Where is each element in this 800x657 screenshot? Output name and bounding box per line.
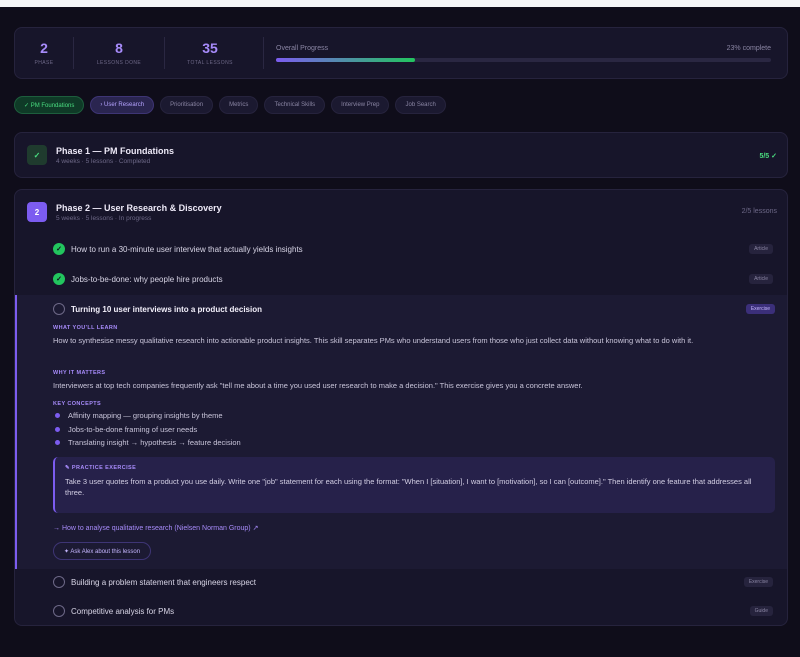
phase-title: Phase 1 — PM Foundations — [56, 145, 175, 156]
phase-status: 5/5 ✓ — [759, 153, 777, 160]
stat-value: 2 — [40, 40, 48, 56]
section-label: WHY IT MATTERS — [53, 370, 106, 376]
tab-pm-foundations[interactable]: ✓ PM Foundations — [14, 96, 85, 114]
expanded-lesson-panel: Turning 10 user interviews into a produc… — [15, 295, 787, 569]
lesson-title: Building a problem statement that engine… — [71, 577, 256, 587]
overall-progress: Overall Progress 23% complete — [276, 45, 787, 62]
progress-label: Overall Progress — [276, 44, 329, 52]
stat-label: TOTAL LESSONS — [187, 60, 233, 66]
lesson-item[interactable]: Building a problem statement that engine… — [15, 568, 787, 596]
concept-text: Jobs-to-be-done framing of user needs — [68, 425, 198, 434]
stat-lessons-done: 8 LESSONS DONE — [74, 40, 164, 66]
concept-item: Affinity mapping — grouping insights by … — [55, 411, 223, 420]
lesson-type-badge: Article — [749, 244, 773, 254]
browser-top-strip — [0, 0, 800, 7]
exercise-text: Take 3 user quotes from a product you us… — [65, 477, 752, 497]
empty-circle-icon[interactable] — [53, 303, 65, 315]
bullet-icon — [55, 440, 60, 445]
empty-circle-icon[interactable] — [53, 576, 65, 588]
phase-subtitle: 4 weeks · 5 lessons · Completed — [56, 157, 151, 165]
concept-text: Affinity mapping — grouping insights by … — [68, 411, 223, 420]
stat-label: PHASE — [34, 60, 54, 66]
tab-technical-skills[interactable]: Technical Skills — [264, 96, 326, 114]
check-circle-icon[interactable]: ✓ — [53, 243, 65, 255]
tab-job-search[interactable]: Job Search — [395, 96, 446, 114]
lesson-type-badge: Guide — [749, 606, 773, 616]
lesson-title: Jobs-to-be-done: why people hire product… — [71, 274, 223, 284]
stat-phase: 2 PHASE — [15, 40, 73, 66]
phase-1-card[interactable]: ✓ Phase 1 — PM Foundations 4 weeks · 5 l… — [14, 132, 788, 178]
lesson-title: Competitive analysis for PMs — [71, 606, 175, 616]
stat-total-lessons: 35 TOTAL LESSONS — [165, 40, 255, 66]
progress-percent: 23% complete — [726, 44, 771, 52]
lesson-item[interactable]: Competitive analysis for PMs Guide — [15, 597, 787, 625]
exercise-label: ✎ PRACTICE EXERCISE — [65, 465, 137, 471]
progress-fill — [276, 57, 415, 62]
phase-number-badge: 2 — [27, 202, 47, 222]
stat-value: 35 — [202, 40, 218, 56]
concept-item: Translating insight → hypothesis → featu… — [55, 438, 241, 447]
resource-link[interactable]: → How to analyse qualitative research (N… — [53, 524, 258, 532]
lesson-type-badge: Exercise — [743, 577, 773, 587]
lesson-item[interactable]: Turning 10 user interviews into a produc… — [17, 295, 787, 323]
section-label: WHAT YOU'LL LEARN — [53, 325, 118, 331]
phase-tabs: ✓ PM Foundations › User Research Priorit… — [14, 96, 446, 114]
phase-status: 2/5 lessons — [741, 208, 777, 215]
lesson-title: How to run a 30-minute user interview th… — [71, 244, 303, 254]
phase-2-header[interactable]: 2 Phase 2 — User Research & Discovery 5 … — [27, 202, 222, 222]
tab-prioritisation[interactable]: Prioritisation — [160, 96, 214, 114]
stat-value: 8 — [115, 40, 123, 56]
why-text: Interviewers at top tech companies frequ… — [53, 381, 583, 390]
divider — [263, 37, 264, 69]
stats-card: 2 PHASE 8 LESSONS DONE 35 TOTAL LESSONS … — [14, 27, 788, 79]
tab-interview-prep[interactable]: Interview Prep — [331, 96, 390, 114]
lesson-item[interactable]: ✓ Jobs-to-be-done: why people hire produ… — [15, 265, 787, 293]
section-label: KEY CONCEPTS — [53, 401, 102, 407]
phase-2-card: 2 Phase 2 — User Research & Discovery 5 … — [14, 189, 788, 626]
concept-text: Translating insight → hypothesis → featu… — [68, 438, 241, 447]
bullet-icon — [55, 413, 60, 418]
check-icon: ✓ — [27, 145, 47, 165]
tab-user-research[interactable]: › User Research — [90, 96, 155, 114]
lesson-type-badge: Exercise — [745, 304, 775, 314]
bullet-icon — [55, 427, 60, 432]
lesson-title: Turning 10 user interviews into a produc… — [71, 304, 262, 314]
progress-track — [276, 57, 771, 62]
ask-alex-button[interactable]: ✦ Ask Alex about this lesson — [53, 542, 152, 560]
phase-subtitle: 5 weeks · 5 lessons · In progress — [56, 214, 152, 222]
practice-exercise-box: ✎ PRACTICE EXERCISE Take 3 user quotes f… — [53, 457, 775, 513]
learn-text: How to synthesise messy qualitative rese… — [53, 336, 694, 345]
phase-title: Phase 2 — User Research & Discovery — [56, 202, 222, 213]
tab-metrics[interactable]: Metrics — [219, 96, 259, 114]
concept-item: Jobs-to-be-done framing of user needs — [55, 425, 197, 434]
lesson-item[interactable]: ✓ How to run a 30-minute user interview … — [15, 235, 787, 263]
lesson-type-badge: Article — [749, 274, 773, 284]
check-circle-icon[interactable]: ✓ — [53, 273, 65, 285]
empty-circle-icon[interactable] — [53, 605, 65, 617]
stat-label: LESSONS DONE — [96, 60, 142, 66]
